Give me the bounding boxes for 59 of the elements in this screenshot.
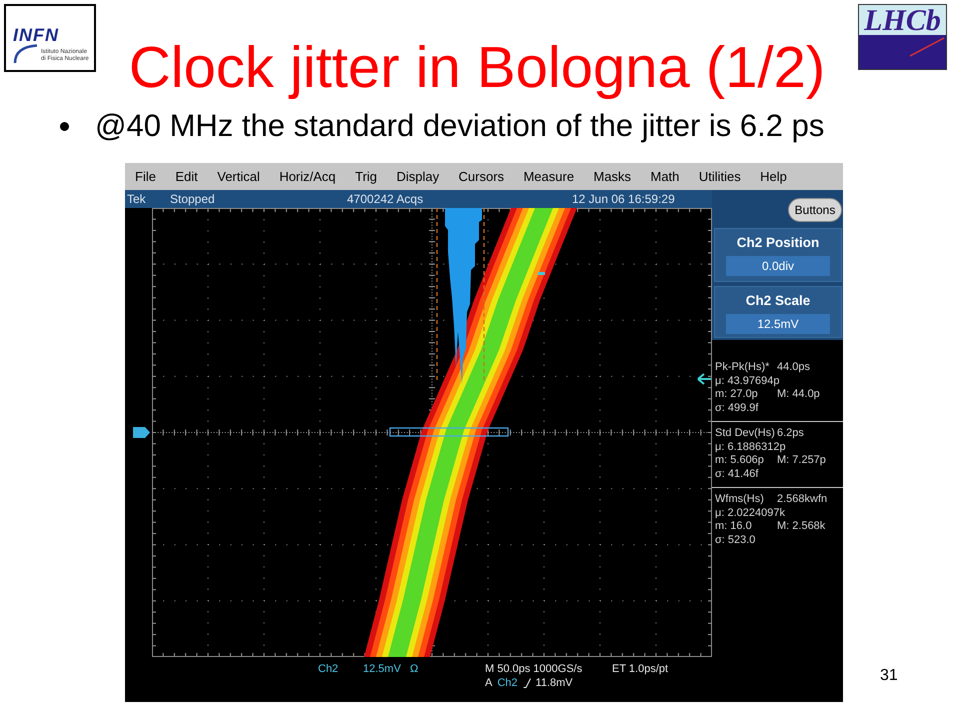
rising-edge-icon — [522, 678, 531, 688]
slash-line-icon — [909, 37, 945, 57]
max-value: M: 7.257p — [777, 454, 827, 468]
setting-value[interactable]: 0.0div — [726, 256, 830, 276]
measurement-value: 6.2ps — [777, 427, 805, 440]
measurement-name: Pk-Pk(Hs)* — [715, 361, 770, 374]
measurement-name: Std Dev(Hs) — [715, 427, 776, 440]
level-arrow-icon — [697, 373, 712, 385]
measurement-value: 2.568kwfn — [777, 493, 828, 506]
measurement-name: Wfms(Hs) — [715, 493, 765, 506]
min-value: m: 16.0 — [715, 520, 753, 534]
menu-item[interactable]: Edit — [175, 169, 198, 184]
menu-item[interactable]: File — [135, 169, 156, 184]
mean-value: μ: 6.1886312p — [715, 440, 787, 454]
sigma-value: σ: 499.9f — [715, 402, 760, 415]
max-value: M: 44.0p — [777, 388, 821, 402]
measurement-value: 44.0ps — [777, 361, 812, 374]
bullet-text: @40 MHz the standard deviation of the jitter is 6.2 ps — [95, 108, 824, 144]
sigma-value: σ: 523.0 — [715, 534, 756, 547]
mean-value: μ: 43.97694p — [715, 374, 780, 388]
sample-interval: ET 1.0ps/pt — [612, 662, 670, 676]
channel-marker-icon — [133, 427, 150, 438]
page-number: 31 — [880, 667, 898, 685]
menu-item[interactable]: Masks — [593, 169, 632, 184]
vertical-scale: 12.5mV — [363, 662, 402, 676]
menu-item[interactable]: Trig — [355, 169, 378, 184]
menu-item[interactable]: Math — [650, 169, 680, 184]
bullet-icon — [60, 122, 69, 130]
setting-title: Ch2 Scale — [746, 293, 810, 309]
menu-item[interactable]: Display — [396, 169, 440, 184]
channel-label: Ch2 — [318, 662, 340, 676]
acquisition-state: Stopped — [170, 191, 216, 208]
menu-item[interactable]: Help — [760, 169, 787, 184]
trigger-threshold: 11.8mV — [536, 676, 573, 690]
termination-symbol: Ω — [410, 662, 420, 676]
timebase-readout: M 50.0ps 1000GS/s — [485, 662, 584, 676]
logo-wordmark: LHCb — [864, 7, 941, 35]
slide-title: Clock jitter in Bologna (1/2) — [128, 39, 826, 97]
menu-item[interactable]: Vertical — [217, 169, 260, 184]
menu-item[interactable]: Measure — [523, 169, 574, 184]
timestamp: 12 Jun 06 16:59:29 — [572, 191, 676, 208]
setting-title: Ch2 Position — [736, 235, 820, 251]
setting-value[interactable]: 12.5mV — [726, 314, 830, 334]
min-value: m: 27.0p — [715, 388, 759, 402]
menu-item[interactable]: Horiz/Acq — [279, 169, 336, 184]
menu-item[interactable]: Utilities — [698, 169, 741, 184]
mean-value: μ: 2.0224097k — [715, 506, 786, 520]
logo-wordmark: INFN — [13, 26, 59, 44]
swoosh-icon — [12, 44, 38, 64]
trigger-mode: A — [485, 676, 492, 690]
menu-item[interactable]: Cursors — [458, 169, 504, 184]
buttons-button[interactable]: Buttons — [788, 198, 842, 222]
brand-label: Tek — [127, 191, 147, 208]
min-value: m: 5.606p — [715, 454, 765, 468]
acquisition-count: 4700242 Acqs — [347, 191, 424, 208]
sigma-value: σ: 41.46f — [715, 468, 760, 481]
max-value: M: 2.568k — [777, 520, 826, 534]
trigger-source: Ch2 — [497, 676, 518, 690]
marker-icon — [538, 272, 545, 275]
